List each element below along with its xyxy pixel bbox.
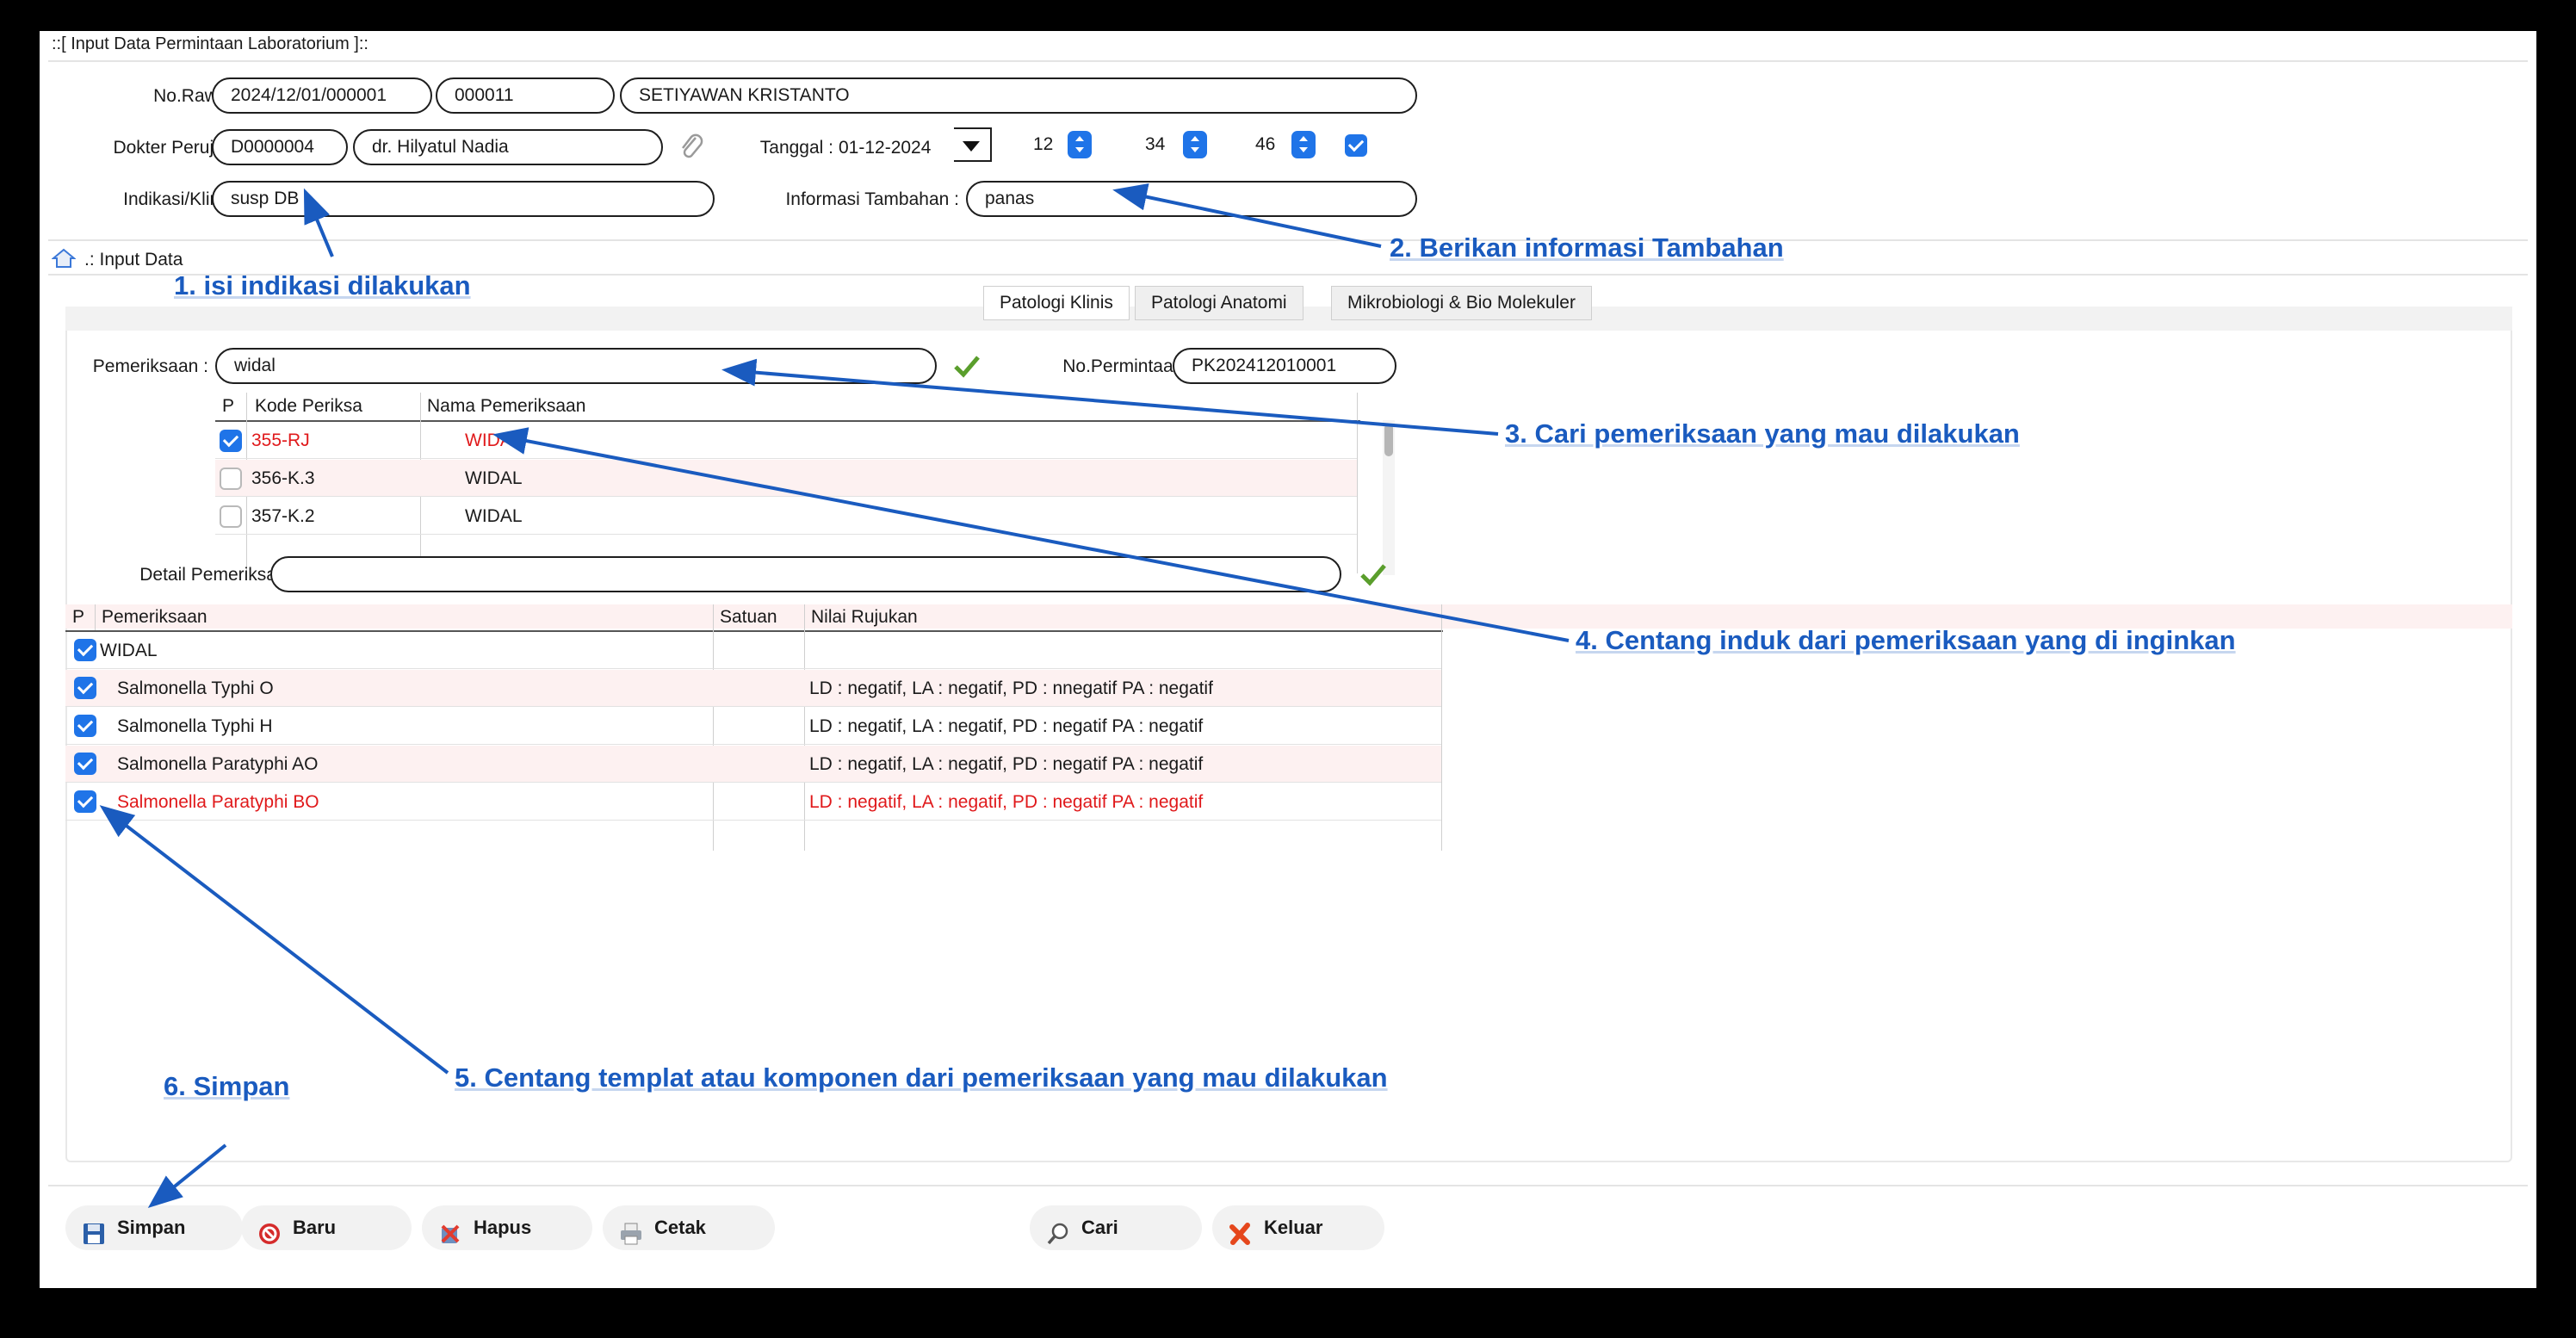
annotation-6: 6. Simpan <box>164 1071 290 1101</box>
annotation-2: 2. Berikan informasi Tambahan <box>1390 232 1784 263</box>
annotation-arrows <box>99 183 1570 1209</box>
annotation-1: 1. isi indikasi dilakukan <box>174 270 471 300</box>
annotation-4: 4. Centang induk dari pemeriksaan yang d… <box>1576 625 2236 655</box>
annotation-5: 5. Centang templat atau komponen dari pe… <box>455 1062 1388 1093</box>
annotation-3: 3. Cari pemeriksaan yang mau dilakukan <box>1505 418 2020 449</box>
